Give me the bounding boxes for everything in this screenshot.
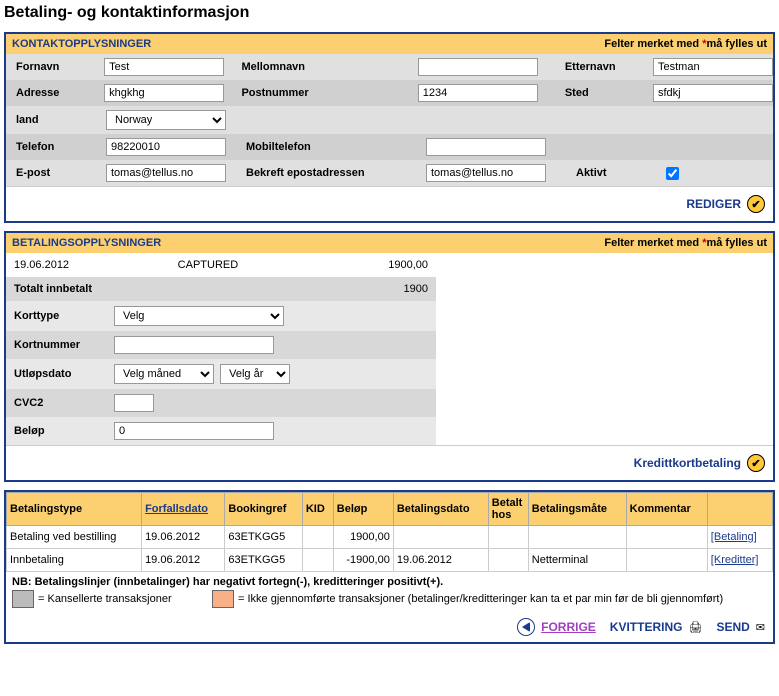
telefon-label: Telefon	[6, 138, 106, 156]
printer-icon: 🖨	[688, 621, 702, 634]
total-value: 1900	[293, 283, 428, 295]
adresse-input[interactable]	[104, 84, 224, 102]
kortnummer-input[interactable]	[114, 336, 274, 354]
sted-label: Sted	[555, 84, 653, 102]
th-betalingstype: Betalingstype	[7, 493, 142, 526]
bekreft-epost-input[interactable]	[426, 164, 546, 182]
mail-icon: ✉	[756, 621, 765, 634]
th-betalt-hos: Betalt hos	[488, 493, 528, 526]
legend-orange: = Ikke gjennomførte transaksjoner (betal…	[238, 593, 723, 605]
legend-grey: = Kansellerte transaksjoner	[38, 593, 208, 605]
th-kommentar: Kommentar	[626, 493, 707, 526]
transactions-panel: Betalingstype Forfallsdato Bookingref KI…	[4, 490, 775, 644]
transactions-table: Betalingstype Forfallsdato Bookingref KI…	[6, 492, 773, 572]
mobil-input[interactable]	[426, 138, 546, 156]
belop-input[interactable]	[114, 422, 274, 440]
required-note-2: Felter merket med *må fylles ut	[604, 237, 767, 249]
korttype-select[interactable]: Velg	[114, 306, 284, 326]
belop-label: Beløp	[14, 425, 114, 437]
th-action	[707, 493, 772, 526]
send-button[interactable]: SEND	[716, 620, 749, 634]
telefon-input[interactable]	[106, 138, 226, 156]
table-row: Betaling ved bestilling 19.06.2012 63ETK…	[7, 526, 773, 549]
capture-status: CAPTURED	[178, 259, 294, 271]
contact-panel: KONTAKTOPPLYSNINGER Felter merket med *m…	[4, 32, 775, 223]
capture-amount: 1900,00	[293, 259, 428, 271]
utlopsdato-label: Utløpsdato	[14, 368, 114, 380]
aktivt-checkbox[interactable]	[666, 167, 679, 180]
adresse-label: Adresse	[6, 84, 104, 102]
th-bookingref: Bookingref	[225, 493, 302, 526]
kvittering-button[interactable]: KVITTERING	[610, 620, 683, 634]
sted-input[interactable]	[653, 84, 773, 102]
cvc2-input[interactable]	[114, 394, 154, 412]
kredittkortbetaling-button[interactable]: Kredittkortbetaling ✔	[634, 454, 765, 472]
land-select[interactable]: Norway	[106, 110, 226, 130]
korttype-label: Korttype	[14, 310, 114, 322]
check-icon: ✔	[747, 454, 765, 472]
payment-title: BETALINGSOPPLYSNINGER	[12, 237, 161, 249]
mellomnavn-label: Mellomnavn	[231, 58, 417, 76]
mellomnavn-input[interactable]	[418, 58, 538, 76]
kortnummer-label: Kortnummer	[14, 339, 114, 351]
th-belop: Beløp	[333, 493, 393, 526]
page-title: Betaling- og kontaktinformasjon	[4, 4, 775, 22]
forrige-link[interactable]: FORRIGE	[541, 620, 596, 634]
th-betalingsmate: Betalingsmåte	[528, 493, 626, 526]
etternavn-input[interactable]	[653, 58, 773, 76]
epost-label: E-post	[6, 164, 106, 182]
th-betalingsdato: Betalingsdato	[393, 493, 488, 526]
postnummer-label: Postnummer	[231, 84, 417, 102]
arrow-left-icon	[517, 618, 535, 636]
fornavn-label: Fornavn	[6, 58, 104, 76]
bekreft-epost-label: Bekreft epostadressen	[236, 164, 426, 182]
ar-select[interactable]: Velg år	[220, 364, 290, 384]
th-kid: KID	[302, 493, 333, 526]
swatch-orange	[212, 590, 234, 608]
maned-select[interactable]: Velg måned	[114, 364, 214, 384]
check-icon: ✔	[747, 195, 765, 213]
swatch-grey	[12, 590, 34, 608]
etternavn-label: Etternavn	[555, 58, 653, 76]
payment-panel: BETALINGSOPPLYSNINGER Felter merket med …	[4, 231, 775, 482]
fornavn-input[interactable]	[104, 58, 224, 76]
postnummer-input[interactable]	[418, 84, 538, 102]
epost-input[interactable]	[106, 164, 226, 182]
total-label: Totalt innbetalt	[14, 283, 178, 295]
table-row: Innbetaling 19.06.2012 63ETKGG5 -1900,00…	[7, 549, 773, 572]
land-label: land	[6, 110, 106, 130]
contact-title: KONTAKTOPPLYSNINGER	[12, 38, 151, 50]
aktivt-label: Aktivt	[566, 164, 666, 182]
required-note: Felter merket med *må fylles ut	[604, 38, 767, 50]
rediger-button[interactable]: REDIGER ✔	[686, 195, 765, 213]
capture-date: 19.06.2012	[14, 259, 178, 271]
legend-nb: NB: Betalingslinjer (innbetalinger) har …	[12, 576, 767, 588]
mobil-label: Mobiltelefon	[236, 138, 426, 156]
betaling-link[interactable]: [Betaling]	[711, 531, 757, 543]
th-forfallsdato[interactable]: Forfallsdato	[142, 493, 225, 526]
cvc2-label: CVC2	[14, 397, 114, 409]
kreditter-link[interactable]: [Kreditter]	[711, 554, 759, 566]
